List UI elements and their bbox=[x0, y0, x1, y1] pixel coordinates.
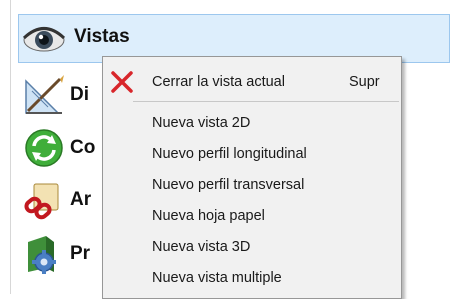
menu-item-label: Nueva hoja papel bbox=[152, 208, 265, 224]
eye-icon bbox=[22, 15, 66, 59]
context-menu: Cerrar la vista actual Supr Nueva vista … bbox=[102, 56, 402, 299]
chain-link-icon bbox=[22, 178, 66, 222]
menu-item-nuevo-perfil-transversal[interactable]: Nuevo perfil transversal bbox=[103, 170, 401, 200]
menu-item-nueva-hoja-papel[interactable]: Nueva hoja papel bbox=[103, 201, 401, 231]
menu-item-label: Cerrar la vista actual bbox=[152, 74, 285, 90]
close-x-icon bbox=[110, 70, 134, 94]
menu-separator bbox=[133, 101, 399, 102]
menu-item-label: Nuevo perfil longitudinal bbox=[152, 146, 307, 162]
panel-item-label: Ar bbox=[70, 189, 92, 210]
drawing-tools-icon bbox=[22, 73, 66, 117]
menu-item-nueva-vista-2d[interactable]: Nueva vista 2D bbox=[103, 108, 401, 138]
menu-item-label: Nuevo perfil transversal bbox=[152, 177, 305, 193]
gear-package-icon bbox=[22, 232, 66, 276]
refresh-arrows-icon bbox=[22, 126, 66, 170]
panel-item-label: Vistas bbox=[74, 26, 130, 47]
panel-item-label: Pr bbox=[70, 243, 91, 264]
menu-item-cerrar-vista[interactable]: Cerrar la vista actual Supr bbox=[103, 67, 401, 97]
menu-item-nueva-vista-multiple[interactable]: Nueva vista multiple bbox=[103, 263, 401, 293]
menu-item-label: Nueva vista multiple bbox=[152, 270, 282, 286]
panel-item-label: Di bbox=[70, 84, 89, 105]
menu-item-label: Nueva vista 3D bbox=[152, 239, 251, 255]
menu-item-label: Nueva vista 2D bbox=[152, 115, 251, 131]
menu-item-nueva-vista-3d[interactable]: Nueva vista 3D bbox=[103, 232, 401, 262]
menu-item-shortcut: Supr bbox=[349, 74, 380, 90]
panel-item-label: Co bbox=[70, 137, 96, 158]
panel-divider bbox=[10, 0, 11, 294]
menu-item-nuevo-perfil-longitudinal[interactable]: Nuevo perfil longitudinal bbox=[103, 139, 401, 169]
